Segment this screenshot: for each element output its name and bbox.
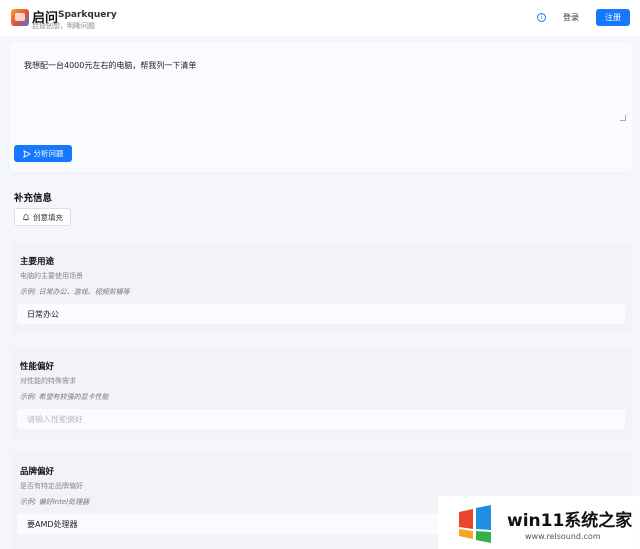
performance-input[interactable] <box>17 409 625 429</box>
section-usage: 主要用途 电脑的主要使用场景 示例: 日常办公、游戏、视频剪辑等 <box>10 242 632 334</box>
watermark: win11系统之家 www.relsound.com <box>438 496 640 549</box>
section-title: 主要用途 <box>20 257 55 267</box>
question-card: 我想配一台4000元左右的电脑，帮我列一下清单 分析问题 <box>10 42 632 172</box>
watermark-title: win11系统之家 <box>507 511 633 531</box>
usage-input[interactable] <box>17 304 625 324</box>
brand-name-en: Sparkquery <box>58 10 117 20</box>
section-example: 示例: 偏好Intel处理器 <box>20 498 90 506</box>
smart-fill-label: 创意填充 <box>33 212 63 222</box>
section-description: 电脑的主要使用场景 <box>20 272 83 280</box>
send-icon <box>22 149 31 158</box>
brand-slogan: 启迪创想，明晰问题 <box>32 22 95 30</box>
supplement-title: 补充信息 <box>14 193 53 204</box>
info-circle-icon[interactable]: i <box>537 13 546 22</box>
section-performance: 性能偏好 对性能的特殊需求 示例: 希望有较强的显卡性能 <box>10 347 632 439</box>
resize-handle[interactable] <box>620 115 626 121</box>
analyze-button[interactable]: 分析问题 <box>14 145 72 162</box>
section-example: 示例: 希望有较强的显卡性能 <box>20 393 109 401</box>
question-input[interactable]: 我想配一台4000元左右的电脑，帮我列一下清单 <box>16 50 628 128</box>
bell-icon <box>22 214 30 221</box>
smart-fill-button[interactable]: 创意填充 <box>14 208 71 226</box>
top-bar: 启问 Sparkquery 启迪创想，明晰问题 i 登录 注册 <box>0 0 640 36</box>
windows-logo-icon <box>459 505 491 543</box>
app-logo <box>11 9 29 26</box>
section-title: 品牌偏好 <box>20 467 55 477</box>
section-description: 是否有特定品牌偏好 <box>20 482 83 490</box>
login-button[interactable]: 登录 <box>563 12 579 23</box>
section-example: 示例: 日常办公、游戏、视频剪辑等 <box>20 288 130 296</box>
analyze-button-label: 分析问题 <box>33 149 64 158</box>
register-button[interactable]: 注册 <box>596 9 630 26</box>
section-title: 性能偏好 <box>20 362 55 372</box>
watermark-url: www.relsound.com <box>525 532 601 541</box>
section-description: 对性能的特殊需求 <box>20 377 76 385</box>
